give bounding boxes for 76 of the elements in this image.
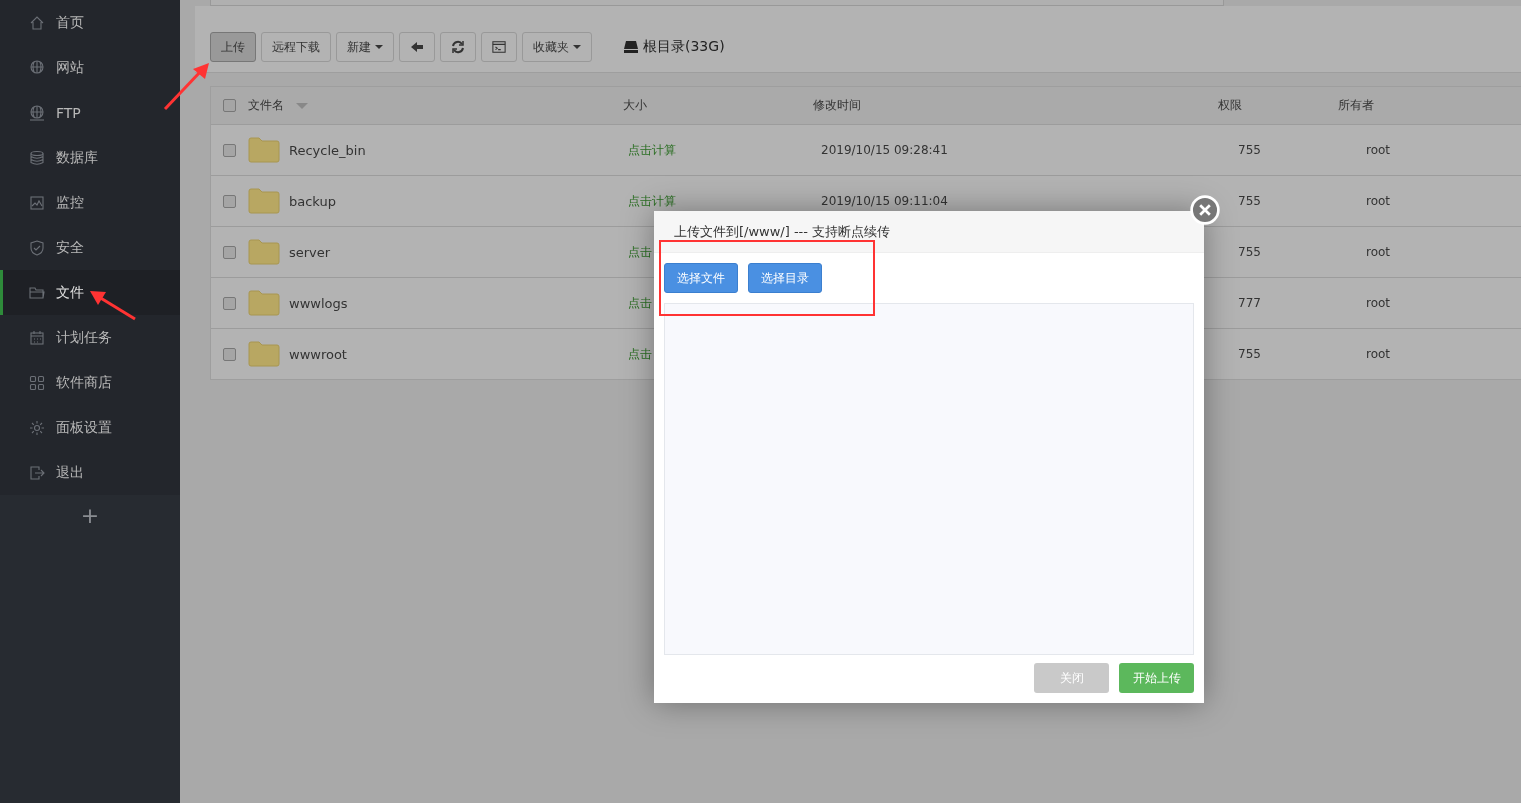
folder-icon	[248, 137, 280, 163]
drive-icon	[623, 40, 639, 54]
calculate-link[interactable]: 点击计算	[628, 142, 676, 157]
folder-icon	[248, 188, 280, 214]
sidebar-item[interactable]: 监控	[0, 180, 180, 225]
file-name[interactable]: backup	[289, 193, 336, 209]
file-name[interactable]: Recycle_bin	[289, 142, 366, 158]
sidebar-item[interactable]: 文件	[0, 270, 180, 315]
column-header: 修改时间	[813, 98, 861, 112]
sidebar-item[interactable]: 安全	[0, 225, 180, 270]
row-checkbox[interactable]	[223, 245, 236, 259]
caret-icon	[573, 45, 581, 49]
table-cell: 755	[1238, 194, 1261, 208]
folder-icon	[248, 341, 280, 367]
toolbar-button[interactable]: 上传	[210, 32, 256, 62]
table-cell: 2019/10/15 09:11:04	[821, 194, 948, 208]
back-button[interactable]	[399, 32, 435, 62]
table-cell: root	[1366, 296, 1391, 310]
sidebar-item[interactable]: 退出	[0, 450, 180, 495]
folder-icon	[248, 290, 280, 316]
arrow-annotation	[89, 289, 137, 321]
terminal-icon	[492, 40, 506, 54]
table-cell: root	[1366, 347, 1391, 361]
column-header: 权限	[1218, 98, 1242, 112]
terminal-button[interactable]	[481, 32, 517, 62]
sidebar-item[interactable]: 软件商店	[0, 360, 180, 405]
toolbar-button[interactable]: 远程下载	[261, 32, 331, 62]
folder-icon	[248, 239, 280, 265]
refresh-icon	[451, 40, 465, 54]
exit-icon	[29, 464, 45, 481]
settings-icon	[29, 419, 45, 436]
globe-icon	[29, 59, 45, 76]
database-icon	[29, 149, 45, 166]
folder-icon	[29, 284, 45, 301]
row-checkbox[interactable]	[223, 347, 236, 361]
row-checkbox[interactable]	[223, 296, 236, 310]
table-cell: 755	[1238, 347, 1261, 361]
select-all-checkbox[interactable]	[223, 99, 236, 112]
refresh-button[interactable]	[440, 32, 476, 62]
globe-icon	[29, 104, 45, 121]
disk-label: 根目录(33G)	[643, 38, 725, 56]
column-header[interactable]: 文件名	[248, 97, 284, 114]
table-cell: root	[1366, 143, 1391, 157]
pick-button[interactable]: 选择目录	[748, 263, 822, 293]
row-checkbox[interactable]	[223, 194, 236, 208]
table-cell: 755	[1238, 143, 1261, 157]
toolbar-button[interactable]: 收藏夹	[522, 32, 592, 62]
shield-icon	[29, 239, 45, 256]
back-arrow-icon	[410, 40, 424, 54]
pick-button[interactable]: 选择文件	[664, 263, 738, 293]
table-cell: root	[1366, 194, 1391, 208]
column-header: 大小	[623, 98, 647, 112]
sidebar-item[interactable]: 面板设置	[0, 405, 180, 450]
table-cell: 777	[1238, 296, 1261, 310]
sidebar-item[interactable]: 数据库	[0, 135, 180, 180]
table-cell: root	[1366, 245, 1391, 259]
add-button[interactable]: +	[74, 503, 106, 528]
calendar-icon	[29, 329, 45, 346]
table-cell: 755	[1238, 245, 1261, 259]
dialog-title: 上传文件到[/www/] --- 支持断点续传	[674, 222, 891, 241]
chart-icon	[29, 194, 45, 211]
sidebar-item[interactable]: 首页	[0, 0, 180, 45]
sidebar-item[interactable]: 网站	[0, 45, 180, 90]
file-name[interactable]: wwwroot	[289, 346, 347, 362]
sidebar-item[interactable]: FTP	[0, 90, 180, 135]
grid-icon	[29, 374, 45, 391]
column-header: 所有者	[1338, 98, 1374, 112]
table-cell: 2019/10/15 09:28:41	[821, 143, 948, 157]
sidebar-item[interactable]: 计划任务	[0, 315, 180, 360]
file-name[interactable]: wwwlogs	[289, 295, 348, 311]
row-checkbox[interactable]	[223, 143, 236, 157]
sort-icon[interactable]	[296, 102, 308, 109]
file-name[interactable]: server	[289, 244, 331, 260]
toolbar-button[interactable]: 新建	[336, 32, 394, 62]
caret-icon	[375, 45, 383, 49]
home-icon	[29, 14, 45, 31]
